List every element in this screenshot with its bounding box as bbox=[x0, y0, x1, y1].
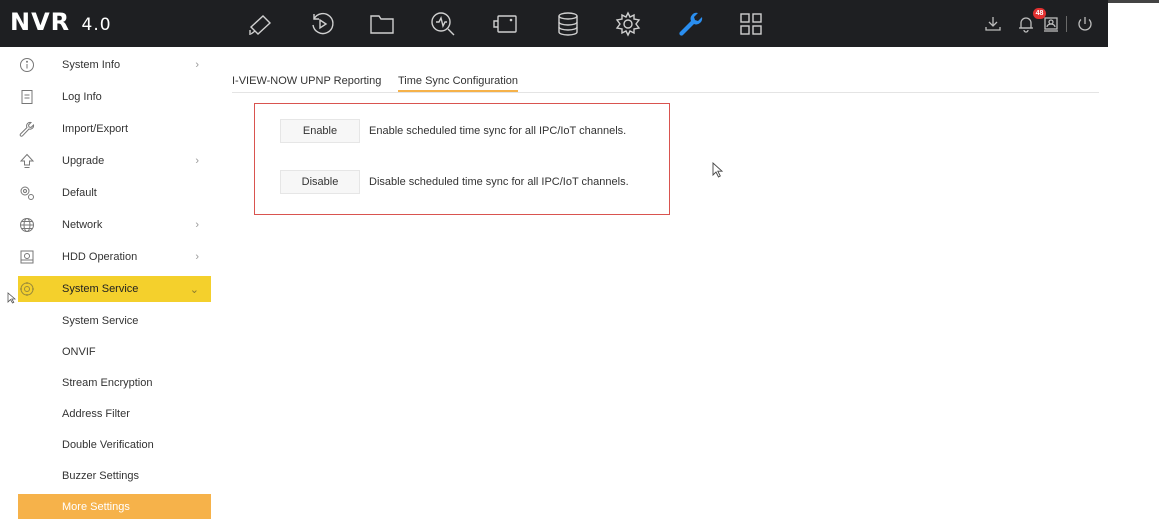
time-sync-panel: Enable Enable scheduled time sync for al… bbox=[254, 103, 670, 215]
user-icon[interactable] bbox=[1041, 14, 1061, 34]
sidebar-subitem-more-settings[interactable]: More Settings bbox=[18, 494, 211, 519]
sidebar-subitem-label: Address Filter bbox=[62, 408, 130, 420]
maintenance-wrench-icon[interactable] bbox=[676, 9, 706, 39]
log-icon bbox=[18, 88, 36, 106]
wrench-icon bbox=[18, 120, 36, 138]
grid-layout-icon[interactable] bbox=[736, 9, 766, 39]
logo-version: 4.0 bbox=[81, 15, 112, 35]
sidebar-item-label: Upgrade bbox=[62, 155, 105, 167]
configuration-icon[interactable] bbox=[613, 9, 643, 39]
enable-time-sync-button[interactable]: Enable bbox=[280, 119, 360, 143]
sidebar-subitem-onvif[interactable]: ONVIF bbox=[18, 339, 211, 365]
chevron-down-icon: ⌄ bbox=[189, 283, 199, 296]
mouse-cursor-icon bbox=[712, 162, 724, 178]
logo-main: NVR bbox=[10, 8, 71, 36]
sidebar-item-label: Network bbox=[62, 219, 103, 231]
top-navigation-bar: NVR 4.0 48 bbox=[0, 0, 1108, 47]
info-icon bbox=[18, 56, 36, 74]
chevron-right-icon: › bbox=[195, 219, 199, 231]
alarm-bell-icon[interactable] bbox=[1016, 14, 1036, 34]
sidebar-item-label: System Service bbox=[62, 283, 139, 295]
camera-icon[interactable] bbox=[245, 9, 275, 39]
default-gears-icon bbox=[18, 184, 36, 202]
chevron-right-icon: › bbox=[195, 59, 199, 71]
sidebar-item-default[interactable]: Default bbox=[18, 180, 211, 206]
sidebar-subitem-label: Stream Encryption bbox=[62, 377, 153, 389]
sidebar-subitem-label: More Settings bbox=[62, 501, 130, 513]
disable-time-sync-button[interactable]: Disable bbox=[280, 170, 360, 194]
sidebar-subitem-label: Double Verification bbox=[62, 439, 154, 451]
download-icon[interactable] bbox=[983, 14, 1003, 34]
sidebar-subitem-label: System Service bbox=[62, 315, 139, 327]
sidebar: System Info › Log Info Import/Export Upg… bbox=[0, 47, 211, 519]
top-rule bbox=[1108, 0, 1159, 3]
sidebar-item-hdd-operation[interactable]: HDD Operation › bbox=[18, 244, 211, 270]
tab-iview-now-upnp-reporting[interactable]: I-VIEW-NOW UPNP Reporting bbox=[232, 70, 381, 92]
system-service-icon bbox=[18, 280, 36, 298]
sidebar-item-system-service[interactable]: System Service ⌄ bbox=[18, 276, 211, 302]
sidebar-item-label: Default bbox=[62, 187, 97, 199]
content-tab-bar: I-VIEW-NOW UPNP Reporting Time Sync Conf… bbox=[232, 70, 1099, 93]
tab-time-sync-configuration[interactable]: Time Sync Configuration bbox=[398, 70, 519, 92]
globe-icon bbox=[18, 216, 36, 234]
sidebar-subitem-label: ONVIF bbox=[62, 346, 96, 358]
sidebar-item-network[interactable]: Network › bbox=[18, 212, 211, 238]
app-logo: NVR 4.0 bbox=[10, 8, 112, 36]
display-icon[interactable] bbox=[490, 9, 520, 39]
sidebar-subitem-system-service[interactable]: System Service bbox=[18, 308, 211, 334]
chevron-right-icon: › bbox=[195, 251, 199, 263]
sidebar-subitem-double-verification[interactable]: Double Verification bbox=[18, 432, 211, 458]
sidebar-item-label: HDD Operation bbox=[62, 251, 138, 263]
folder-icon[interactable] bbox=[367, 9, 397, 39]
playback-icon[interactable] bbox=[307, 9, 337, 39]
sidebar-item-log-info[interactable]: Log Info bbox=[18, 84, 211, 110]
topbar-divider bbox=[1066, 16, 1067, 32]
upgrade-arrow-icon bbox=[18, 152, 36, 170]
sidebar-item-system-info[interactable]: System Info › bbox=[18, 52, 211, 78]
sidebar-subitem-address-filter[interactable]: Address Filter bbox=[18, 401, 211, 427]
hdd-icon bbox=[18, 248, 36, 266]
chevron-right-icon: › bbox=[195, 155, 199, 167]
storage-icon[interactable] bbox=[553, 9, 583, 39]
power-icon[interactable] bbox=[1075, 14, 1095, 34]
sidebar-item-label: System Info bbox=[62, 59, 121, 71]
mouse-pointer-icon bbox=[7, 292, 16, 304]
sidebar-item-import-export[interactable]: Import/Export bbox=[18, 116, 211, 142]
smart-search-icon[interactable] bbox=[428, 9, 458, 39]
disable-time-sync-description: Disable scheduled time sync for all IPC/… bbox=[369, 176, 629, 188]
sidebar-subitem-buzzer-settings[interactable]: Buzzer Settings bbox=[18, 463, 211, 489]
sidebar-item-upgrade[interactable]: Upgrade › bbox=[18, 148, 211, 174]
enable-time-sync-description: Enable scheduled time sync for all IPC/I… bbox=[369, 125, 627, 137]
sidebar-item-label: Log Info bbox=[62, 91, 102, 103]
sidebar-item-label: Import/Export bbox=[62, 123, 129, 135]
sidebar-subitem-label: Buzzer Settings bbox=[62, 470, 140, 482]
sidebar-subitem-stream-encryption[interactable]: Stream Encryption bbox=[18, 370, 211, 396]
